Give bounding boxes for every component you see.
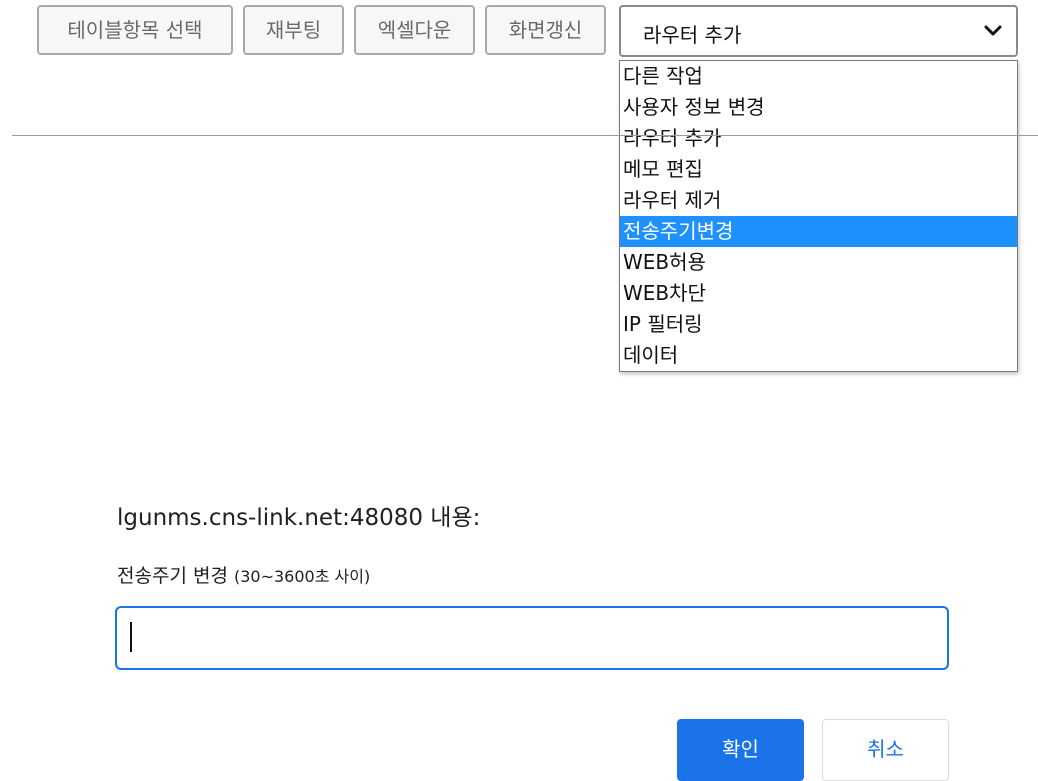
dropdown-option[interactable]: 사용자 정보 변경	[620, 92, 1017, 123]
dropdown-option[interactable]: 다른 작업	[620, 61, 1017, 92]
ok-button[interactable]: 확인	[677, 719, 804, 781]
action-select-value: 라우터 추가	[643, 23, 742, 47]
dropdown-option[interactable]: 데이터	[620, 340, 1017, 371]
prompt-input[interactable]	[115, 606, 949, 670]
dropdown-option[interactable]: 라우터 추가	[620, 123, 1017, 154]
dialog-message-hint: (30~3600초 사이)	[233, 567, 371, 586]
dropdown-option[interactable]: 라우터 제거	[620, 185, 1017, 216]
dropdown-option[interactable]: WEB차단	[620, 278, 1017, 309]
page: 테이블항목 선택 재부팅 엑셀다운 화면갱신 라우터 추가 다른 작업 사용자 …	[0, 0, 1038, 781]
select-table-columns-button[interactable]: 테이블항목 선택	[37, 5, 233, 55]
action-select[interactable]: 라우터 추가	[619, 5, 1018, 57]
action-dropdown-list: 다른 작업 사용자 정보 변경 라우터 추가 메모 편집 라우터 제거 전송주기…	[619, 60, 1018, 372]
dialog-message: 전송주기 변경 (30~3600초 사이)	[117, 561, 370, 588]
dropdown-option[interactable]: WEB허용	[620, 247, 1017, 278]
chevron-down-icon	[984, 25, 1002, 36]
text-caret	[130, 622, 132, 652]
refresh-button[interactable]: 화면갱신	[485, 5, 606, 55]
divider	[12, 135, 1038, 136]
dialog-host-title: lgunms.cns-link.net:48080 내용:	[117, 505, 481, 531]
dropdown-option[interactable]: IP 필터링	[620, 309, 1017, 340]
cancel-button[interactable]: 취소	[822, 719, 949, 781]
reboot-button[interactable]: 재부팅	[243, 5, 344, 55]
excel-download-button[interactable]: 엑셀다운	[354, 5, 475, 55]
dropdown-option-highlighted[interactable]: 전송주기변경	[620, 216, 1017, 247]
dialog-message-text: 전송주기 변경	[117, 565, 228, 587]
dropdown-option[interactable]: 메모 편집	[620, 154, 1017, 185]
